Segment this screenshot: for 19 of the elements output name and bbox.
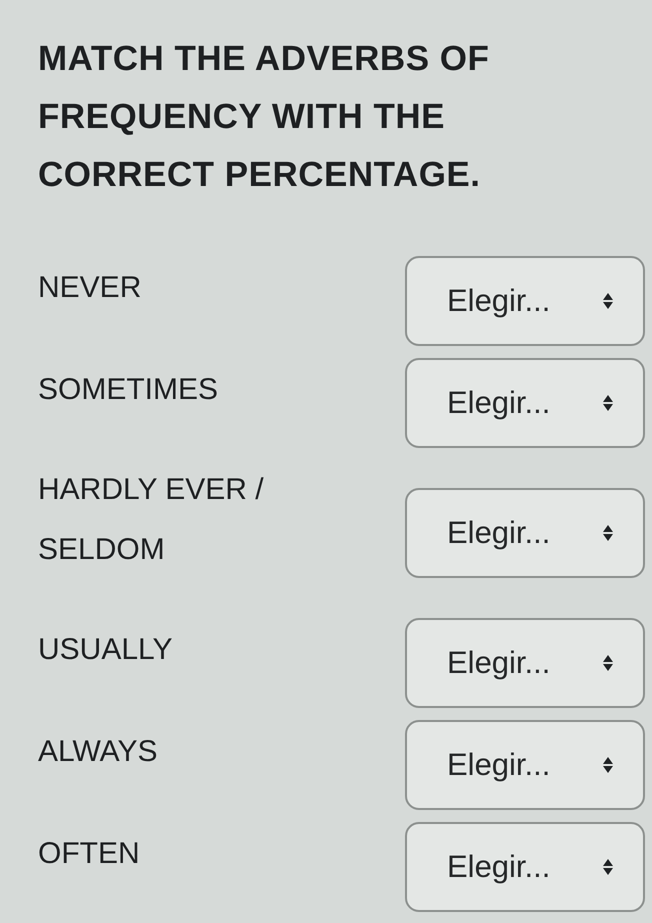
up-down-arrows-icon xyxy=(603,757,613,773)
adverb-label: USUALLY xyxy=(38,632,174,668)
choice-dropdown[interactable]: Elegir... xyxy=(405,256,645,346)
choice-dropdown[interactable]: Elegir... xyxy=(405,720,645,810)
up-down-arrows-icon xyxy=(603,859,613,875)
adverb-label: SOMETIMES xyxy=(38,372,220,408)
choice-dropdown[interactable]: Elegir... xyxy=(405,358,645,448)
adverb-label: ALWAYS xyxy=(38,734,158,770)
up-down-arrows-icon xyxy=(603,395,613,411)
up-down-arrows-icon xyxy=(603,293,613,309)
adverb-label: NEVER xyxy=(38,270,142,306)
adverb-label: HARDLY EVER / SELDOM xyxy=(38,472,265,568)
choice-dropdown[interactable]: Elegir... xyxy=(405,822,645,912)
up-down-arrows-icon xyxy=(603,655,613,671)
choice-dropdown[interactable]: Elegir... xyxy=(405,618,645,708)
choice-dropdown[interactable]: Elegir... xyxy=(405,488,645,578)
adverb-label: OFTEN xyxy=(38,836,141,872)
question-title: MATCH THE ADVERBS OF FREQUENCY WITH THE CORRECT PERCENTAGE. xyxy=(38,38,490,196)
up-down-arrows-icon xyxy=(603,525,613,541)
